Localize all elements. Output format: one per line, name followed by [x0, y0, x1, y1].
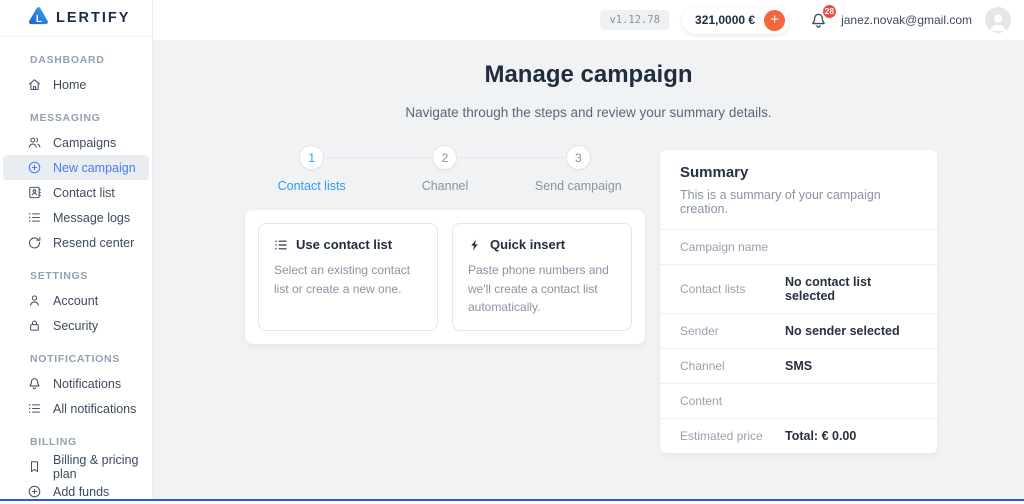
- sidebar-item-label: Security: [53, 319, 98, 333]
- sidebar-item-label: New campaign: [53, 161, 136, 175]
- logo-link[interactable]: L LERTIFY: [0, 0, 152, 37]
- summary-label: Sender: [680, 324, 785, 338]
- use-contact-list-card[interactable]: Use contact list Select an existing cont…: [258, 223, 438, 331]
- summary-row-estimated-price: Estimated price Total: € 0.00: [660, 418, 937, 453]
- summary-label: Campaign name: [680, 240, 785, 254]
- section-label-notifications: NOTIFICATIONS: [0, 338, 152, 371]
- list-icon: [27, 401, 42, 416]
- sidebar-nav: DASHBOARD Home MESSAGING Campaigns New c…: [0, 37, 152, 504]
- step-label: Contact lists: [245, 179, 378, 193]
- summary-label: Content: [680, 394, 785, 408]
- summary-row-channel: Channel SMS: [660, 348, 937, 383]
- summary-row-contact-lists: Contact lists No contact list selected: [660, 264, 937, 313]
- sidebar-item-label: Resend center: [53, 236, 134, 250]
- list-icon: [27, 210, 42, 225]
- step-label: Send campaign: [512, 179, 645, 193]
- sidebar-item-label: Message logs: [53, 211, 130, 225]
- sidebar-item-security[interactable]: Security: [3, 313, 149, 338]
- sidebar-item-label: Account: [53, 294, 98, 308]
- step-label: Channel: [378, 179, 511, 193]
- bookmark-icon: [27, 459, 42, 474]
- page-subtitle: Navigate through the steps and review yo…: [153, 105, 1024, 120]
- summary-row-sender: Sender No sender selected: [660, 313, 937, 348]
- sidebar-item-home[interactable]: Home: [3, 72, 149, 97]
- summary-title: Summary: [680, 164, 917, 181]
- summary-value: No sender selected: [785, 324, 900, 338]
- summary-value: No contact list selected: [785, 275, 917, 303]
- user-email[interactable]: janez.novak@gmail.com: [841, 13, 972, 27]
- summary-label: Channel: [680, 359, 785, 373]
- sidebar-item-label: Billing & pricing plan: [53, 453, 149, 481]
- plus-circle-icon: [27, 484, 42, 499]
- summary-panel: Summary This is a summary of your campai…: [660, 150, 937, 453]
- notification-count-badge: 28: [822, 4, 837, 19]
- sidebar-item-label: Add funds: [53, 485, 109, 499]
- users-icon: [27, 135, 42, 150]
- campaign-stepper: 1 Contact lists 2 Channel 3 Send campaig…: [245, 145, 645, 193]
- section-label-billing: BILLING: [0, 421, 152, 454]
- section-label-settings: SETTINGS: [0, 255, 152, 288]
- summary-value: Total: € 0.00: [785, 429, 856, 443]
- sidebar-item-account[interactable]: Account: [3, 288, 149, 313]
- person-icon: [27, 293, 42, 308]
- contact-book-icon: [27, 185, 42, 200]
- summary-row-content: Content: [660, 383, 937, 418]
- step-contact-lists[interactable]: 1 Contact lists: [245, 145, 378, 193]
- step-send-campaign[interactable]: 3 Send campaign: [512, 145, 645, 193]
- step-number: 3: [566, 145, 591, 170]
- plus-icon: +: [770, 12, 779, 27]
- contact-source-panel: Use contact list Select an existing cont…: [245, 210, 645, 344]
- svg-text:L: L: [36, 13, 42, 24]
- page-title: Manage campaign: [153, 61, 1024, 89]
- summary-subtitle: This is a summary of your campaign creat…: [680, 188, 917, 216]
- step-channel[interactable]: 2 Channel: [378, 145, 511, 193]
- sidebar-item-campaigns[interactable]: Campaigns: [3, 130, 149, 155]
- balance-pill: 321,0000 € +: [682, 7, 789, 34]
- home-icon: [27, 77, 42, 92]
- main-content: Manage campaign Navigate through the ste…: [153, 40, 1024, 501]
- sidebar-item-label: Home: [53, 78, 86, 92]
- option-title: Use contact list: [296, 237, 392, 252]
- topbar: v1.12.78 321,0000 € + 28 janez.novak@gma…: [153, 0, 1024, 40]
- sidebar-item-label: Campaigns: [53, 136, 116, 150]
- user-avatar[interactable]: [985, 7, 1011, 33]
- sidebar-item-billing-pricing[interactable]: Billing & pricing plan: [3, 454, 149, 479]
- avatar-person-icon: [986, 9, 1010, 33]
- sidebar-item-label: Notifications: [53, 377, 121, 391]
- sidebar-item-notifications[interactable]: Notifications: [3, 371, 149, 396]
- version-badge: v1.12.78: [600, 10, 669, 30]
- step-number: 1: [299, 145, 324, 170]
- step-number: 2: [432, 145, 457, 170]
- summary-label: Estimated price: [680, 429, 785, 443]
- summary-label: Contact lists: [680, 282, 785, 296]
- sidebar-item-label: All notifications: [53, 402, 136, 416]
- sidebar-item-label: Contact list: [53, 186, 115, 200]
- balance-amount: 321,0000 €: [695, 13, 755, 27]
- list-icon: [274, 238, 288, 252]
- notifications-button[interactable]: 28: [809, 11, 828, 30]
- refresh-icon: [27, 235, 42, 250]
- summary-row-campaign-name: Campaign name: [660, 229, 937, 264]
- plus-circle-icon: [27, 160, 42, 175]
- add-balance-button[interactable]: +: [764, 10, 785, 31]
- option-title: Quick insert: [490, 237, 565, 252]
- sidebar: L LERTIFY DASHBOARD Home MESSAGING Campa…: [0, 0, 153, 501]
- sidebar-item-contact-list[interactable]: Contact list: [3, 180, 149, 205]
- option-description: Select an existing contact list or creat…: [274, 261, 422, 298]
- logo-text: LERTIFY: [56, 10, 130, 26]
- quick-insert-card[interactable]: Quick insert Paste phone numbers and we'…: [452, 223, 632, 331]
- sidebar-item-message-logs[interactable]: Message logs: [3, 205, 149, 230]
- section-label-dashboard: DASHBOARD: [0, 39, 152, 72]
- option-description: Paste phone numbers and we'll create a c…: [468, 261, 616, 317]
- section-label-messaging: MESSAGING: [0, 97, 152, 130]
- sidebar-item-all-notifications[interactable]: All notifications: [3, 396, 149, 421]
- app-window: L LERTIFY DASHBOARD Home MESSAGING Campa…: [0, 0, 1024, 501]
- summary-value: SMS: [785, 359, 812, 373]
- lertify-logo-icon: L: [28, 6, 49, 31]
- bolt-icon: [468, 238, 482, 252]
- sidebar-item-resend-center[interactable]: Resend center: [3, 230, 149, 255]
- sidebar-item-new-campaign[interactable]: New campaign: [3, 155, 149, 180]
- bell-icon: [27, 376, 42, 391]
- lock-icon: [27, 318, 42, 333]
